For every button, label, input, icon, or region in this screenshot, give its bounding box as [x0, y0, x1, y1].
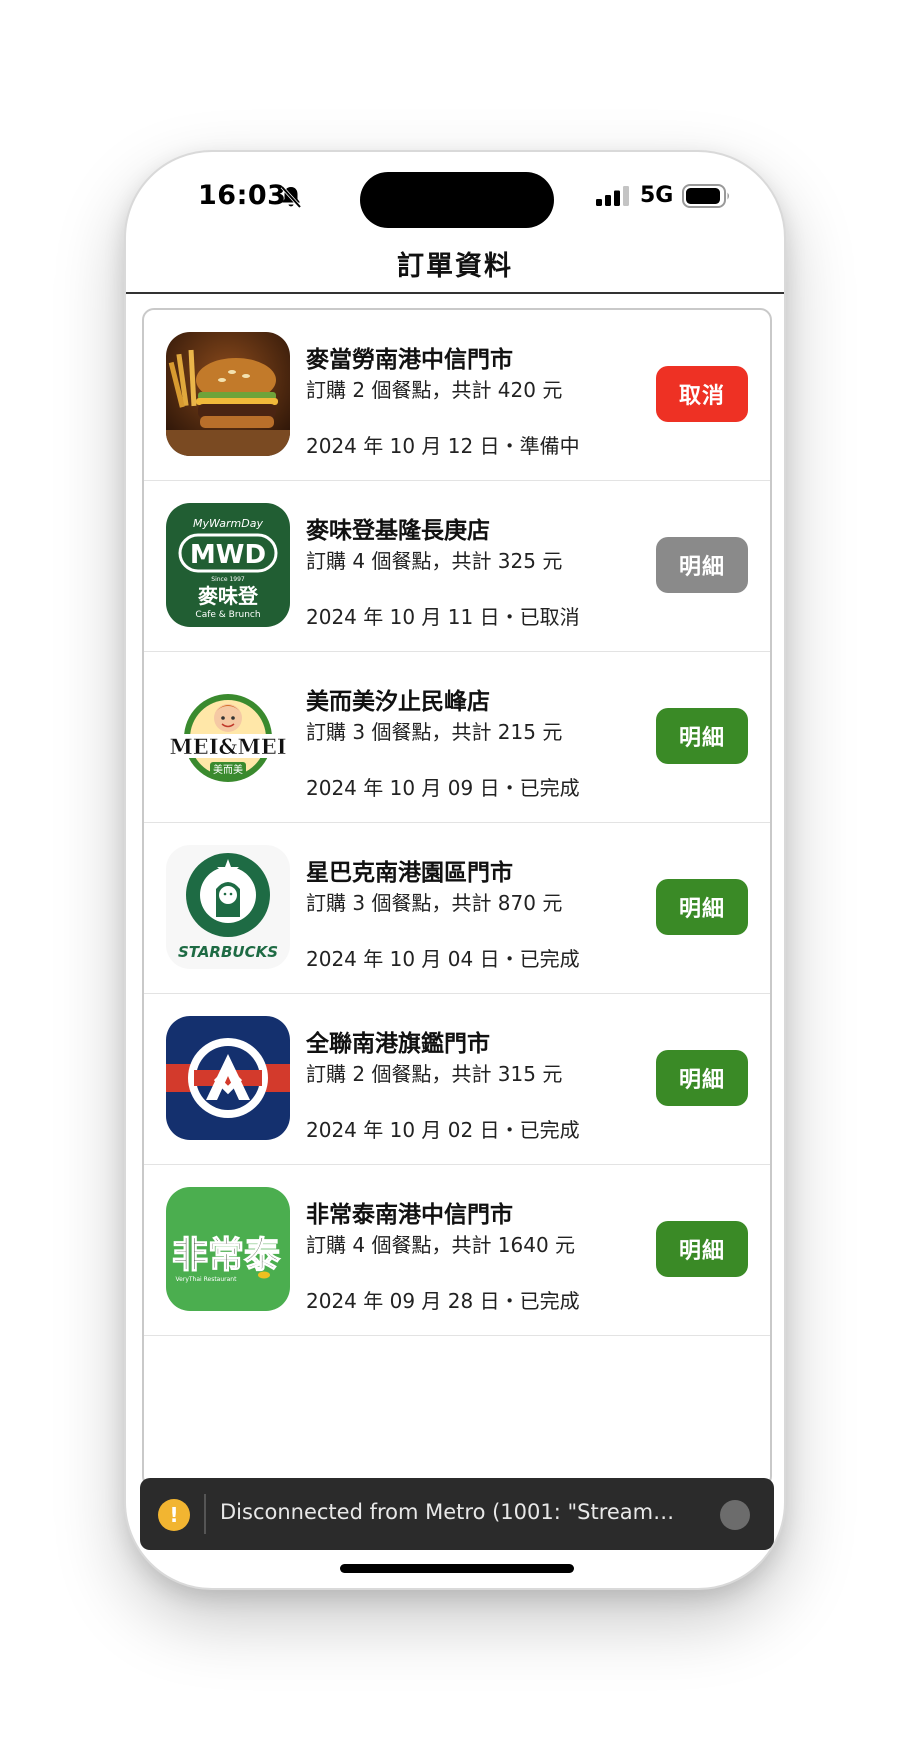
order-row[interactable]: MEI&MEI 美而美 美而美汐止民峰店 訂購 3 個餐點，共計 215 元 2… [144, 652, 770, 823]
details-button[interactable]: 明細 [656, 1050, 748, 1106]
cancel-button[interactable]: 取消 [656, 366, 748, 422]
very-thai-logo-icon: 非常泰 VeryThai Restaurant [166, 1187, 290, 1311]
store-name: 非常泰南港中信門市 [306, 1202, 513, 1228]
order-list[interactable]: 麥當勞南港中信門市 訂購 2 個餐點，共計 420 元 2024 年 10 月 … [142, 308, 772, 1488]
mwd-subtitle: Cafe & Brunch [195, 610, 260, 620]
order-row[interactable]: 非常泰 VeryThai Restaurant 非常泰南港中信門市 訂購 4 個… [144, 1165, 770, 1336]
dynamic-island [360, 172, 554, 228]
details-button[interactable]: 明細 [656, 1221, 748, 1277]
mei-wordmark: MEI&MEI [169, 734, 286, 759]
starbucks-wordmark: STARBUCKS [178, 943, 278, 961]
pxmart-logo-icon [166, 1016, 290, 1140]
mwd-wordmark: MWD [190, 540, 266, 570]
silent-bell-icon [280, 185, 302, 209]
order-date-status: 2024 年 10 月 04 日・已完成 [306, 947, 580, 971]
order-date-status: 2024 年 10 月 09 日・已完成 [306, 776, 580, 800]
store-name: 美而美汐止民峰店 [306, 689, 490, 715]
mwd-logo-icon: MyWarmDay MWD Since 1997 麥味登 Cafe & Brun… [166, 503, 290, 627]
battery-icon [682, 184, 729, 208]
very-thai-subtitle: VeryThai Restaurant [176, 1276, 238, 1283]
home-indicator[interactable] [340, 1564, 574, 1573]
cellular-signal-icon [596, 186, 629, 206]
store-name: 麥當勞南港中信門市 [306, 347, 513, 373]
toast-dismiss-button[interactable] [720, 1500, 750, 1530]
order-summary: 訂購 3 個餐點，共計 215 元 [306, 720, 563, 744]
order-summary: 訂購 4 個餐點，共計 1640 元 [306, 1233, 576, 1257]
store-name: 麥味登基隆長庚店 [306, 518, 490, 544]
order-date-status: 2024 年 10 月 12 日・準備中 [306, 434, 580, 458]
status-bar: 16:03 5G [126, 152, 784, 242]
order-date-status: 2024 年 09 月 28 日・已完成 [306, 1289, 580, 1313]
details-button[interactable]: 明細 [656, 537, 748, 593]
order-date-status: 2024 年 10 月 02 日・已完成 [306, 1118, 580, 1142]
header-divider [126, 292, 784, 294]
warning-icon: ! [158, 1499, 190, 1531]
order-date-status: 2024 年 10 月 11 日・已取消 [306, 605, 580, 629]
mwd-tagline: MyWarmDay [193, 517, 263, 530]
store-name: 全聯南港旗鑑門市 [306, 1031, 490, 1057]
burger-photo-icon [166, 332, 290, 456]
starbucks-logo-icon: STARBUCKS [166, 845, 290, 969]
toast-message: Disconnected from Metro (1001: "Stream e… [220, 1500, 680, 1524]
phone-frame: 16:03 5G 訂單資料 麥當勞南港中信門市 訂購 2 個餐點，共計 420 … [124, 150, 786, 1590]
order-row[interactable]: STARBUCKS 星巴克南港園區門市 訂購 3 個餐點，共計 870 元 20… [144, 823, 770, 994]
mwd-since: Since 1997 [211, 576, 245, 583]
details-button[interactable]: 明細 [656, 708, 748, 764]
mei-chinese-name: 美而美 [213, 763, 243, 776]
mei-and-mei-logo-icon: MEI&MEI 美而美 [166, 674, 290, 798]
order-summary: 訂購 2 個餐點，共計 315 元 [306, 1062, 563, 1086]
network-type: 5G [640, 183, 674, 208]
order-summary: 訂購 4 個餐點，共計 325 元 [306, 549, 563, 573]
order-row[interactable]: MyWarmDay MWD Since 1997 麥味登 Cafe & Brun… [144, 481, 770, 652]
metro-disconnect-toast[interactable]: ! Disconnected from Metro (1001: "Stream… [140, 1478, 774, 1550]
mwd-chinese-name: 麥味登 [197, 584, 259, 608]
very-thai-wordmark: 非常泰 [172, 1234, 281, 1276]
status-time: 16:03 [198, 180, 287, 211]
details-button[interactable]: 明細 [656, 879, 748, 935]
order-row[interactable]: 麥當勞南港中信門市 訂購 2 個餐點，共計 420 元 2024 年 10 月 … [144, 310, 770, 481]
page-title: 訂單資料 [397, 251, 513, 282]
toast-divider [204, 1494, 206, 1534]
store-name: 星巴克南港園區門市 [306, 860, 513, 886]
order-summary: 訂購 3 個餐點，共計 870 元 [306, 891, 563, 915]
order-summary: 訂購 2 個餐點，共計 420 元 [306, 378, 563, 402]
order-row[interactable]: 全聯南港旗鑑門市 訂購 2 個餐點，共計 315 元 2024 年 10 月 0… [144, 994, 770, 1165]
